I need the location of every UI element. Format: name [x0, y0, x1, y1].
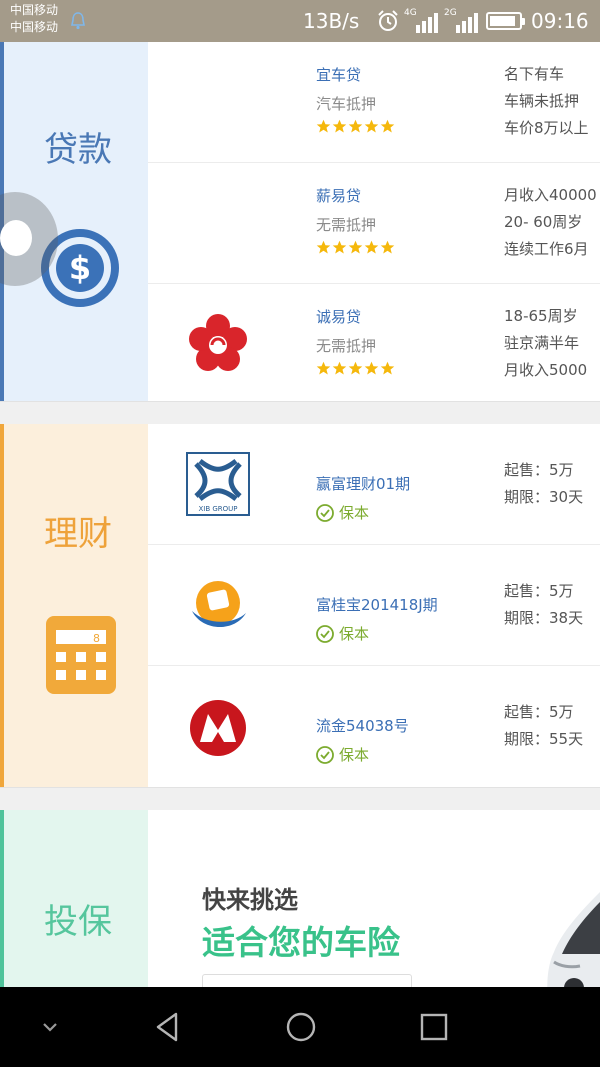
star-icon	[380, 119, 395, 133]
star-icon	[364, 240, 379, 254]
status-bar: 中国移动 中国移动 13B/s 4G 2G 09:16	[0, 0, 600, 42]
svg-text:$: $	[69, 249, 91, 287]
signal-bars-1-icon	[416, 13, 438, 33]
hide-navbar-chevron-down-icon[interactable]	[32, 1009, 68, 1045]
finance-item[interactable]: 富桂宝201418J期 保本 起售：5万 期限：38天	[148, 545, 600, 666]
check-circle-icon	[316, 745, 334, 764]
star-icon	[348, 240, 363, 254]
guarantee-badge: 保本	[316, 502, 369, 523]
calculator-icon: 8	[46, 616, 116, 694]
finance-item[interactable]: 流金54038号 保本 起售：5万 期限：55天	[148, 666, 600, 787]
finance-term: 期限：55天	[504, 730, 584, 748]
alarm-clock-icon	[378, 10, 398, 31]
finance-min-amount: 起售：5万	[504, 582, 574, 600]
finance-product-name[interactable]: 赢富理财01期	[316, 473, 410, 494]
loan-product-name[interactable]: 宜车贷	[316, 64, 361, 85]
guarantee-label: 保本	[339, 746, 370, 764]
guarantee-label: 保本	[339, 625, 370, 643]
loan-requirement: 20- 60周岁	[504, 213, 583, 231]
network-speed: 13B/s	[303, 9, 360, 33]
signal-strength-2: 2G	[444, 8, 478, 33]
carrier-2: 中国移动	[10, 20, 59, 34]
star-icon	[380, 361, 395, 375]
loan-requirement: 车辆未抵押	[504, 92, 580, 110]
car-image	[547, 892, 600, 1002]
loan-item[interactable]: 诚易贷 无需抵押 18-65周岁 驻京满半年 月收入5000	[148, 284, 600, 405]
check-circle-icon	[316, 503, 334, 522]
insurance-headline: 快来挑选	[202, 886, 298, 914]
star-rating	[316, 240, 395, 255]
star-rating	[316, 361, 395, 376]
star-icon	[348, 361, 363, 375]
orange-bank-logo	[192, 581, 246, 628]
cmb-logo	[190, 700, 246, 756]
star-icon	[332, 119, 347, 133]
guarantee-badge: 保本	[316, 623, 369, 644]
loan-requirement: 18-65周岁	[504, 307, 578, 325]
loan-category-label: 贷款	[44, 130, 112, 170]
loan-requirement: 连续工作6月	[504, 240, 589, 258]
finance-product-name[interactable]: 流金54038号	[316, 715, 409, 736]
star-icon	[332, 361, 347, 375]
signal-bars-2-icon	[456, 13, 478, 33]
back-triangle-icon[interactable]	[150, 1009, 186, 1045]
insurance-category-label: 投保	[44, 902, 112, 942]
loan-requirement: 车价8万以上	[504, 119, 589, 137]
loan-item[interactable]: 薪易贷 无需抵押 月收入40000 20- 60周岁 连续工作6月	[148, 163, 600, 284]
guarantee-label: 保本	[339, 504, 370, 522]
notification-bell-icon	[71, 12, 85, 30]
check-circle-icon	[316, 624, 334, 643]
loan-requirement: 驻京满半年	[504, 334, 580, 352]
recent-apps-square-icon[interactable]	[416, 1009, 452, 1045]
insurance-subheadline: 适合您的车险	[202, 923, 400, 962]
floating-ball-core	[0, 220, 32, 256]
finance-min-amount: 起售：5万	[504, 703, 574, 721]
star-icon	[364, 361, 379, 375]
navigation-bar	[0, 987, 600, 1067]
finance-term: 期限：38天	[504, 609, 584, 627]
finance-section: 理财 8 XIB GROUP 赢富理财01期 保本 起售：5万 期限：30天 富…	[0, 424, 600, 788]
finance-item[interactable]: XIB GROUP 赢富理财01期 保本 起售：5万 期限：30天	[148, 424, 600, 545]
loan-requirement: 名下有车	[504, 65, 565, 83]
loan-collateral: 无需抵押	[316, 216, 377, 234]
star-icon	[364, 119, 379, 133]
finance-product-name[interactable]: 富桂宝201418J期	[316, 594, 438, 615]
star-icon	[316, 240, 331, 254]
insurance-section: 投保 快来挑选 适合您的车险	[0, 810, 600, 1067]
guarantee-badge: 保本	[316, 744, 369, 765]
battery-icon	[486, 12, 525, 30]
star-icon	[316, 361, 331, 375]
xib-logo-text: XIB GROUP	[198, 505, 237, 513]
finance-term: 期限：30天	[504, 488, 584, 506]
finance-min-amount: 起售：5万	[504, 461, 574, 479]
finance-category-panel[interactable]: 理财 8	[0, 424, 148, 787]
star-icon	[332, 240, 347, 254]
carrier-1: 中国移动	[10, 3, 59, 17]
red-flower-logo	[189, 314, 247, 371]
star-rating	[316, 119, 395, 134]
home-circle-icon[interactable]	[283, 1009, 319, 1045]
star-icon	[348, 119, 363, 133]
loan-collateral: 汽车抵押	[316, 95, 377, 113]
clock-time: 09:16	[531, 9, 589, 33]
loan-collateral: 无需抵押	[316, 337, 377, 355]
app-screen: 中国移动 中国移动 13B/s 4G 2G 09:16 贷款 $ 宜车贷 汽车抵…	[0, 0, 600, 1067]
loan-product-name[interactable]: 薪易贷	[316, 185, 361, 206]
loan-product-name[interactable]: 诚易贷	[316, 306, 361, 327]
loan-requirement: 月收入40000	[504, 186, 597, 204]
loan-item[interactable]: 宜车贷 汽车抵押 名下有车 车辆未抵押 车价8万以上	[148, 42, 600, 163]
battery-fill	[490, 16, 515, 26]
finance-category-label: 理财	[44, 514, 112, 554]
loan-requirement: 月收入5000	[504, 361, 588, 379]
xib-group-logo: XIB GROUP	[186, 452, 250, 516]
loan-section: 贷款 $ 宜车贷 汽车抵押 名下有车 车辆未抵押 车价8万以上 薪易贷 无需抵押…	[0, 42, 600, 402]
star-icon	[380, 240, 395, 254]
signal-strength-1: 4G	[404, 8, 438, 33]
svg-text:8: 8	[93, 632, 100, 645]
star-icon	[316, 119, 331, 133]
